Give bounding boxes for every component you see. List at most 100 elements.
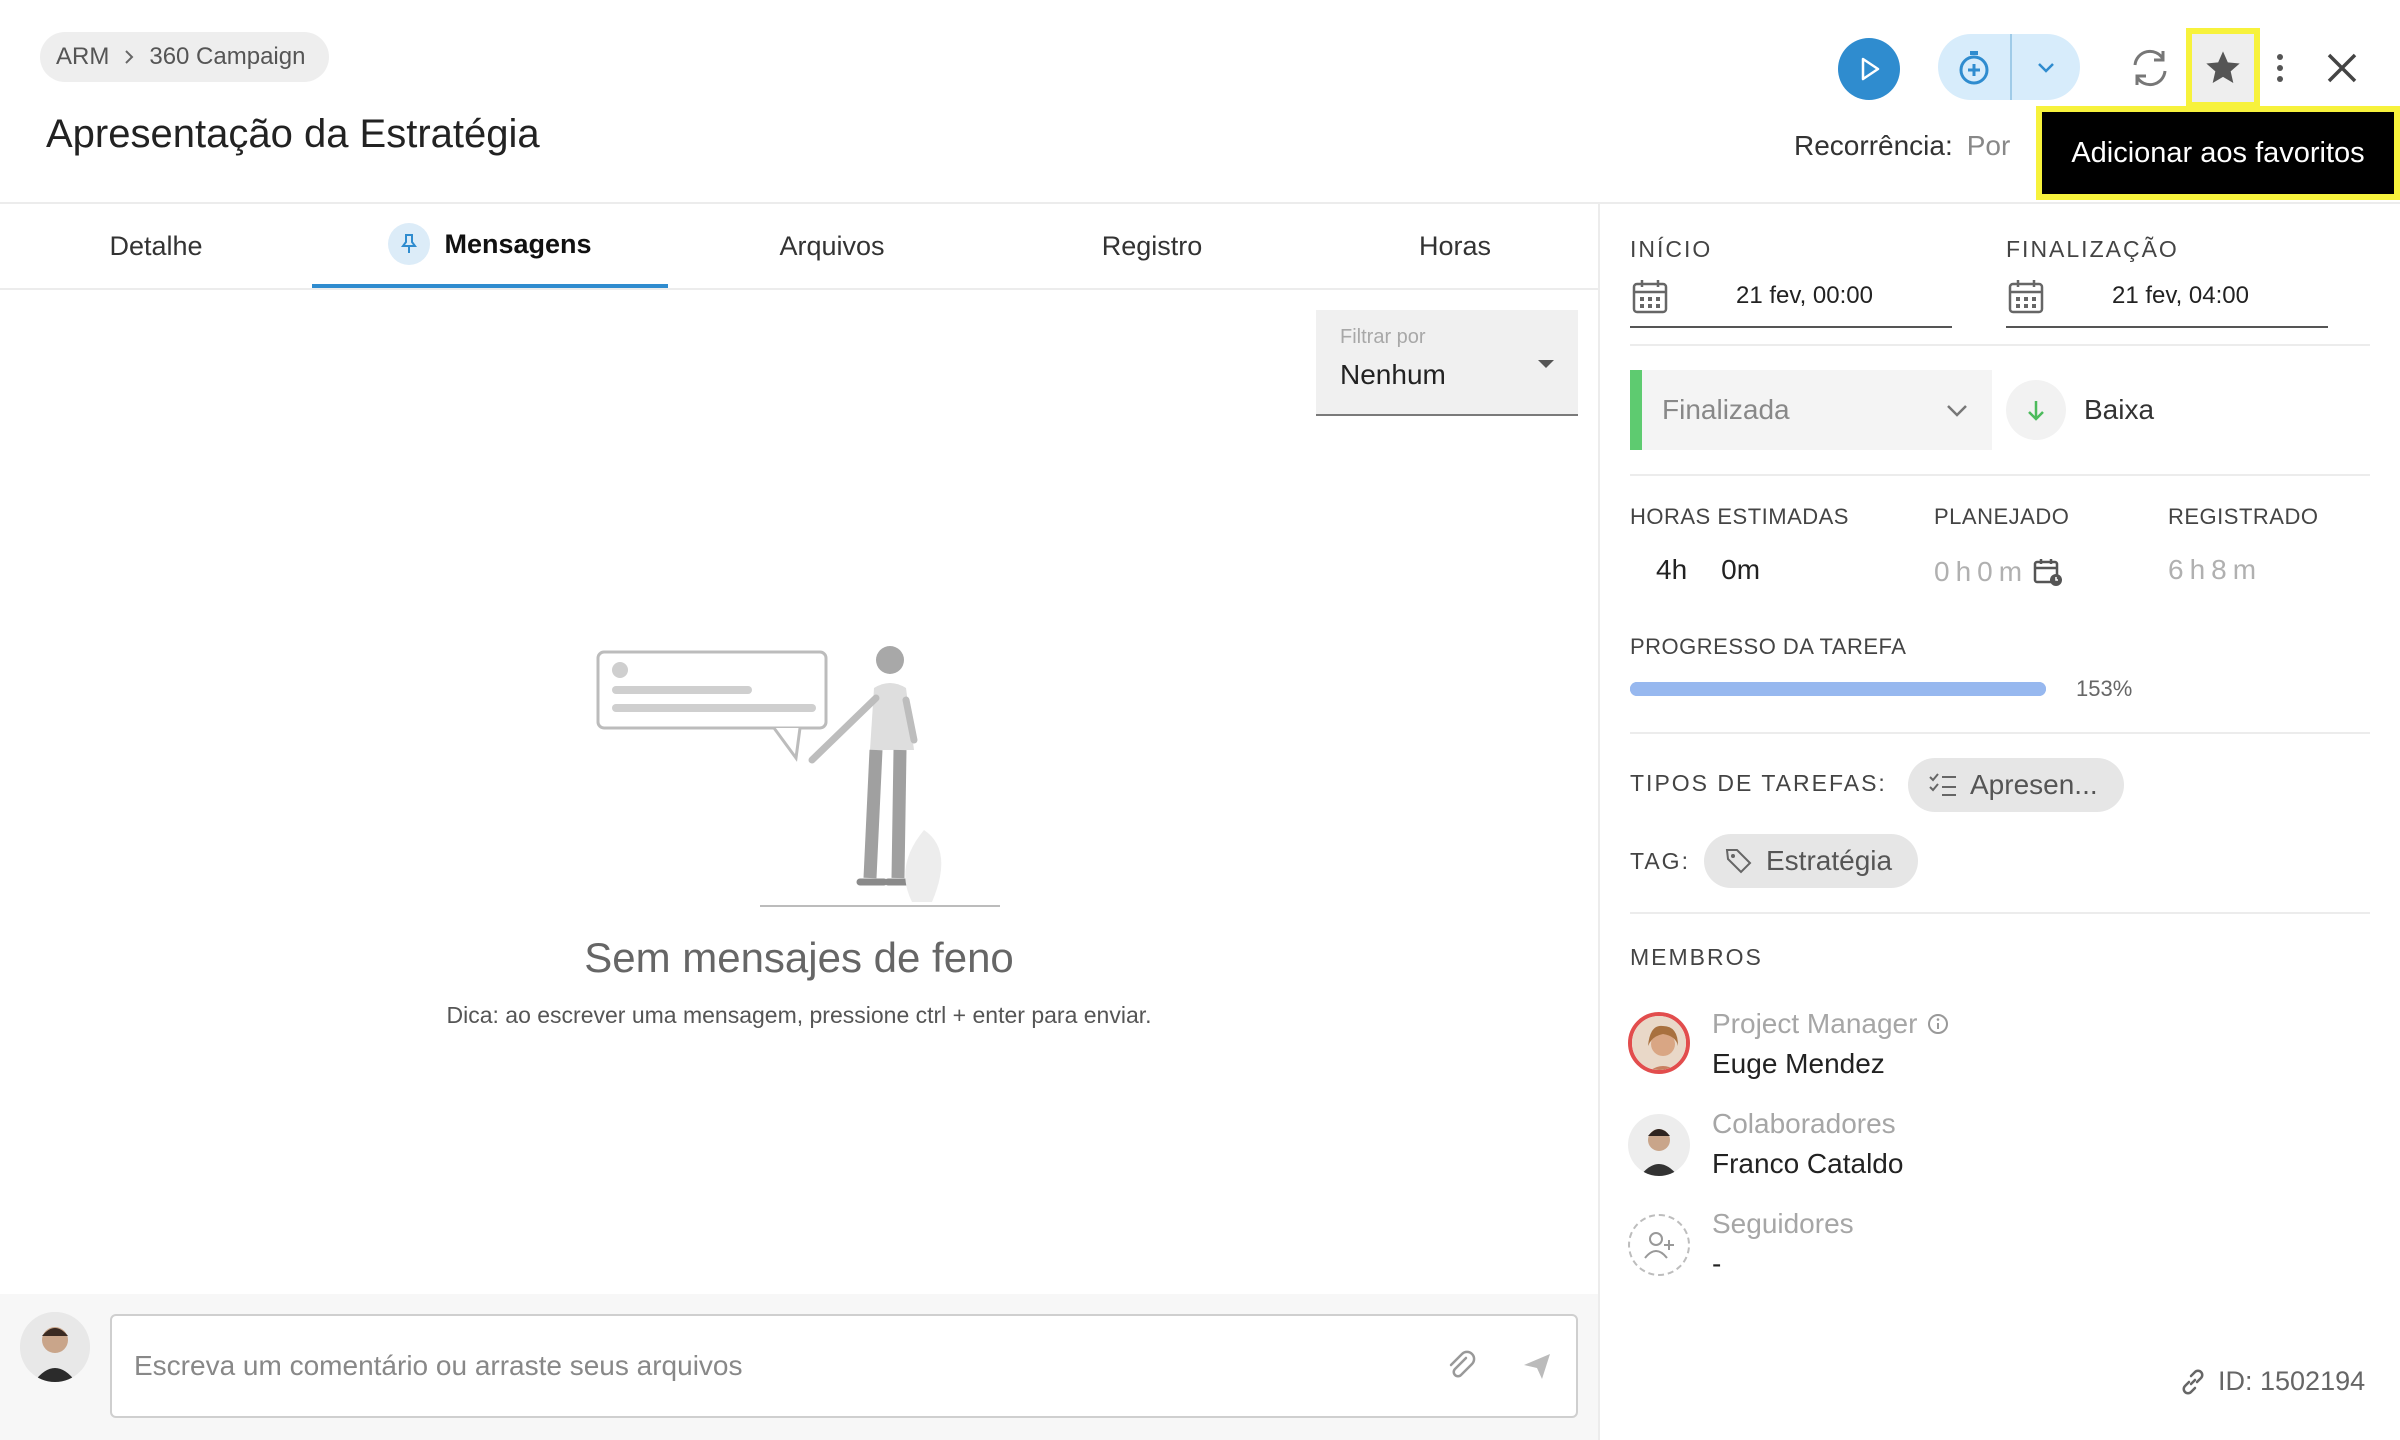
section-divider [1630,474,2370,476]
calendar-icon [2008,280,2044,314]
tab-detalhe[interactable]: Detalhe [60,204,252,288]
recurrence[interactable]: Recorrência: Por [1794,130,2010,162]
play-button[interactable] [1838,38,1900,100]
add-user-icon [1644,1232,1674,1259]
arrow-down-icon [2006,380,2066,440]
section-divider [1630,732,2370,734]
tag-icon [1725,849,1752,874]
refresh-icon [2133,49,2167,87]
kebab-menu-icon [2277,54,2283,82]
breadcrumb-campaign[interactable]: 360 Campaign [149,43,305,71]
tooltip-highlight: Adicionar aos favoritos [2036,106,2400,200]
start-label: INÍCIO [1630,236,1713,262]
more-options-button[interactable] [2268,42,2292,94]
followers-value: - [1712,1248,1722,1279]
estimated-hours-input[interactable]: 4h 0m [1656,554,1760,586]
recurrence-value[interactable]: Por [1967,130,2011,162]
registered-value: 6h8m [2168,554,2263,585]
manager-role: Project Manager [1712,1008,1949,1040]
filter-select[interactable]: Filtrar por Nenhum [1316,310,1578,416]
estimated-hours-value[interactable]: 4h [1656,554,1687,586]
tab-label: Registro [1101,230,1203,261]
manager-avatar[interactable] [1628,1012,1690,1074]
send-icon[interactable] [1520,1349,1554,1383]
favorite-tooltip: Adicionar aos favoritos [2042,112,2394,194]
tab-arquivos[interactable]: Arquivos [740,204,924,288]
tab-label: Horas [1418,230,1492,261]
collaborators-role: Colaboradores [1712,1108,1896,1139]
priority-value: Baixa [2084,394,2155,425]
section-divider [1630,344,2370,346]
collaborator-avatar[interactable] [1628,1114,1690,1176]
tag-value: Estratégia [1766,845,1893,876]
planned-label: PLANEJADO [1934,504,2070,529]
empty-state-hint: Dica: ao escrever uma mensagem, pression… [446,1002,1152,1028]
link-icon [2182,1369,2204,1394]
close-button[interactable] [2316,42,2368,94]
followers-role: Seguidores [1712,1208,1854,1239]
tab-registro[interactable]: Registro [1060,204,1244,288]
tab-label: Arquivos [779,230,885,261]
manager-role-label: Project Manager [1712,1008,1918,1039]
status-select[interactable]: Finalizada [1630,370,1992,450]
timer-button-group[interactable] [1938,34,2080,100]
close-icon [2327,53,2357,83]
estimated-hours-label: HORAS ESTIMADAS [1630,504,1849,529]
calendar-schedule-icon[interactable] [2032,556,2064,588]
chevron-right-icon [125,50,134,64]
task-id[interactable]: ID: 1502194 [2178,1366,2365,1397]
refresh-button[interactable] [2122,40,2178,96]
play-icon [1861,57,1880,81]
tab-mensagens[interactable]: Mensagens [312,204,668,288]
empty-state-title: Sem mensajes de feno [584,934,1014,981]
timer-dropdown-button[interactable] [2012,34,2080,100]
planned-field[interactable]: 0h0m [1934,556,2064,588]
registered-label: REGISTRADO [2168,504,2319,529]
tag-chip[interactable]: Estratégia [1704,834,1919,888]
tabs-divider [0,288,1598,290]
comment-placeholder: Escreva um comentário ou arraste seus ar… [134,1350,743,1381]
panel-divider [1598,202,1600,1440]
current-user-avatar [20,1312,90,1382]
tab-horas[interactable]: Horas [1380,204,1530,288]
favorite-button[interactable] [2186,28,2260,108]
start-date-value: 21 fev, 00:00 [1736,282,1873,309]
tab-label: Detalhe [109,230,203,261]
progress-fill [1630,682,2046,696]
breadcrumb[interactable]: ARM 360 Campaign [40,32,330,82]
comment-input[interactable]: Escreva um comentário ou arraste seus ar… [110,1314,1578,1418]
status-value: Finalizada [1662,394,1790,425]
progress-bar [1630,682,2046,696]
add-follower-button[interactable] [1628,1214,1690,1276]
end-date-field[interactable]: 21 fev, 04:00 [2006,266,2328,328]
page-title[interactable]: Apresentação da Estratégia [46,112,540,157]
task-types-label: TIPOS DE TAREFAS: [1630,770,1887,796]
collaborator-name: Franco Cataldo [1712,1148,1904,1179]
filter-value: Nenhum [1340,359,1446,390]
manager-name: Euge Mendez [1712,1048,1885,1079]
task-type-chip[interactable]: Apresen... [1908,758,2124,812]
estimated-minutes-value[interactable]: 0m [1721,554,1760,586]
tag-label: TAG: [1630,848,1690,874]
add-timer-button[interactable] [1938,34,2012,100]
end-date-value: 21 fev, 04:00 [2112,282,2249,309]
chevron-down-icon [2038,63,2054,73]
breadcrumb-project[interactable]: ARM [56,43,109,71]
end-label: FINALIZAÇÃO [2006,236,2179,262]
chevron-down-icon [1947,405,1967,417]
empty-messages-illustration [596,646,1000,907]
planned-value: 0h0m [1934,556,2029,587]
info-icon[interactable] [1927,1013,1949,1035]
attach-icon[interactable] [1444,1349,1478,1383]
start-date-field[interactable]: 21 fev, 00:00 [1630,266,1952,328]
tab-label: Mensagens [444,228,592,259]
progress-label: PROGRESSO DA TAREFA [1630,634,1907,659]
members-title: MEMBROS [1630,944,1763,970]
star-icon [2206,51,2240,83]
progress-percent: 153% [2076,676,2133,701]
filter-label: Filtrar por [1340,326,1426,348]
section-divider [1630,912,2370,914]
task-type-value: Apresen... [1970,769,2098,800]
task-id-value: ID: 1502194 [2218,1366,2366,1396]
priority-select[interactable]: Baixa [2006,380,2154,440]
